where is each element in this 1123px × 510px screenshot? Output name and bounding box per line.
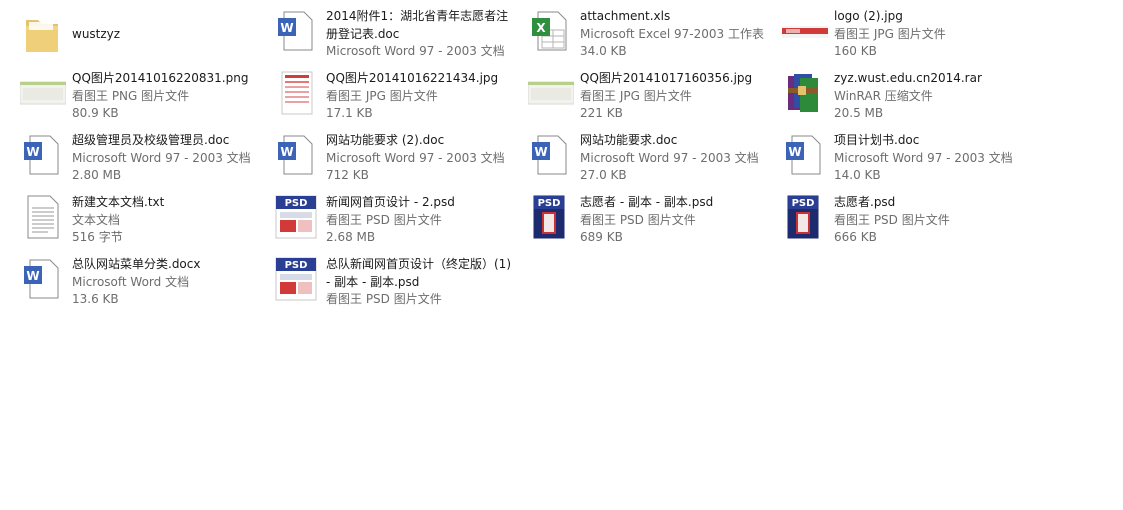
excel-icon: X (528, 8, 574, 54)
file-name: 总队网站菜单分类.docx (72, 257, 201, 271)
file-size: 516 字节 (72, 230, 123, 244)
file-item[interactable]: X attachment.xls Microsoft Excel 97-2003… (528, 8, 778, 68)
word-doc-icon: W (274, 132, 320, 178)
psd-icon: PSD (528, 194, 574, 240)
file-size: 34.0 KB (580, 44, 627, 58)
file-size: 666 KB (834, 230, 877, 244)
file-item[interactable]: logo (2).jpg 看图王 JPG 图片文件 160 KB (782, 8, 1032, 68)
file-type: Microsoft Word 97 - 2003 文档 (326, 150, 505, 165)
file-type: 看图王 JPG 图片文件 (834, 26, 946, 41)
file-name: QQ图片20141016221434.jpg (326, 71, 499, 85)
word-doc-icon: W (20, 256, 66, 302)
file-size: 2.68 MB (326, 230, 376, 244)
file-name: 网站功能要求 (2).doc (326, 133, 445, 147)
file-item[interactable]: PSD 志愿者.psd 看图王 PSD 图片文件 666 KB (782, 194, 1032, 254)
svg-text:PSD: PSD (792, 198, 815, 209)
file-type: 看图王 JPG 图片文件 (580, 88, 692, 103)
file-item[interactable]: W 超级管理员及校级管理员.doc Microsoft Word 97 - 20… (20, 132, 270, 192)
file-type: 看图王 PSD 图片文件 (326, 292, 442, 306)
file-type: 看图王 PSD 图片文件 (326, 212, 442, 227)
file-item[interactable]: W 总队网站菜单分类.docx Microsoft Word 文档 13.6 K… (20, 256, 270, 316)
svg-text:W: W (280, 21, 293, 35)
word-doc-icon: W (274, 8, 320, 54)
svg-text:W: W (26, 145, 39, 159)
image-thumbnail-icon (20, 70, 66, 116)
file-item[interactable]: PSD 总队新闻网首页设计（终定版）(1) - 副本 - 副本.psd 看图王 … (274, 256, 524, 316)
file-name: QQ图片20141017160356.jpg (580, 71, 753, 85)
svg-text:X: X (536, 21, 546, 35)
psd-icon: PSD (274, 256, 320, 302)
file-type: Microsoft Word 97 - 2003 文档 (326, 44, 505, 58)
file-name: wustzyz (72, 27, 121, 41)
file-size: 221 KB (580, 106, 623, 120)
file-size: 689 KB (580, 230, 623, 244)
file-type: Microsoft Word 文档 (72, 274, 190, 289)
psd-icon: PSD (782, 194, 828, 240)
winrar-icon (782, 70, 828, 116)
file-item[interactable]: W 项目计划书.doc Microsoft Word 97 - 2003 文档 … (782, 132, 1032, 192)
file-size: 27.0 KB (580, 168, 627, 182)
folder-icon (20, 12, 66, 58)
file-size: 20.5 MB (834, 106, 884, 120)
svg-text:W: W (26, 269, 39, 283)
file-name: 志愿者.psd (834, 195, 896, 209)
file-name: 超级管理员及校级管理员.doc (72, 133, 230, 147)
psd-icon: PSD (274, 194, 320, 240)
file-name: logo (2).jpg (834, 9, 903, 23)
file-name: 新建文本文档.txt (72, 195, 165, 209)
word-doc-icon: W (528, 132, 574, 178)
file-type: 看图王 PNG 图片文件 (72, 88, 190, 103)
svg-text:W: W (788, 145, 801, 159)
file-item[interactable]: QQ图片20141016221434.jpg 看图王 JPG 图片文件 17.1… (274, 70, 524, 130)
form-thumbnail-icon (274, 70, 320, 116)
file-name: QQ图片20141016220831.png (72, 71, 249, 85)
svg-text:W: W (534, 145, 547, 159)
file-type: 文本文档 (72, 212, 121, 227)
image-thumbnail-icon (528, 70, 574, 116)
file-size: 13.6 KB (72, 292, 119, 306)
file-name: zyz.wust.edu.cn2014.rar (834, 71, 982, 85)
file-size: 80.9 KB (72, 106, 119, 120)
word-doc-icon: W (782, 132, 828, 178)
file-item[interactable]: PSD 新闻网首页设计 - 2.psd 看图王 PSD 图片文件 2.68 MB (274, 194, 524, 254)
file-type: Microsoft Word 97 - 2003 文档 (72, 150, 251, 165)
file-name: 新闻网首页设计 - 2.psd (326, 195, 455, 209)
svg-text:W: W (280, 145, 293, 159)
svg-text:PSD: PSD (285, 260, 308, 271)
file-size: 14.0 KB (834, 168, 881, 182)
file-name: attachment.xls (580, 9, 671, 23)
file-name: 总队新闻网首页设计（终定版）(1) - 副本 - 副本.psd (326, 257, 511, 289)
file-item[interactable]: 新建文本文档.txt 文本文档 516 字节 (20, 194, 270, 254)
file-size: 160 KB (834, 44, 877, 58)
file-type: 看图王 PSD 图片文件 (580, 212, 696, 227)
file-name: 项目计划书.doc (834, 133, 920, 147)
file-type: Microsoft Word 97 - 2003 文档 (834, 150, 1013, 165)
file-size: 17.1 KB (326, 106, 373, 120)
file-size: 712 KB (326, 168, 369, 182)
svg-text:PSD: PSD (538, 198, 561, 209)
text-file-icon (20, 194, 66, 240)
file-name: 志愿者 - 副本 - 副本.psd (580, 195, 714, 209)
file-name: 网站功能要求.doc (580, 133, 678, 147)
file-size: 2.80 MB (72, 168, 122, 182)
file-item[interactable]: QQ图片20141016220831.png 看图王 PNG 图片文件 80.9… (20, 70, 270, 130)
svg-text:PSD: PSD (285, 198, 308, 209)
file-item[interactable]: zyz.wust.edu.cn2014.rar WinRAR 压缩文件 20.5… (782, 70, 1032, 130)
word-doc-icon: W (20, 132, 66, 178)
file-item[interactable]: QQ图片20141017160356.jpg 看图王 JPG 图片文件 221 … (528, 70, 778, 130)
file-item[interactable]: W 2014附件1：湖北省青年志愿者注册登记表.doc Microsoft Wo… (274, 8, 524, 68)
file-item[interactable]: PSD 志愿者 - 副本 - 副本.psd 看图王 PSD 图片文件 689 K… (528, 194, 778, 254)
file-type: 看图王 PSD 图片文件 (834, 212, 950, 227)
file-type: 看图王 JPG 图片文件 (326, 88, 438, 103)
file-type: Microsoft Word 97 - 2003 文档 (580, 150, 759, 165)
file-item[interactable]: W 网站功能要求.doc Microsoft Word 97 - 2003 文档… (528, 132, 778, 192)
file-name: 2014附件1：湖北省青年志愿者注册登记表.doc (326, 9, 509, 41)
file-type: Microsoft Excel 97-2003 工作表 (580, 26, 764, 41)
image-thumbnail-icon (782, 8, 828, 54)
file-item[interactable]: W 网站功能要求 (2).doc Microsoft Word 97 - 200… (274, 132, 524, 192)
file-item[interactable]: wustzyz (20, 12, 270, 72)
file-type: WinRAR 压缩文件 (834, 88, 933, 103)
